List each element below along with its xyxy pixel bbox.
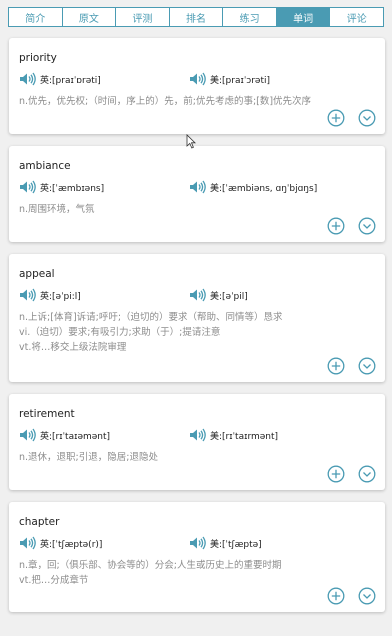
- us-pronunciation[interactable]: 美:[ˈtʃæptə]: [189, 536, 262, 550]
- tab-evaluation[interactable]: 评测: [116, 8, 170, 26]
- definition-list: n.周围环境，气氛: [19, 202, 319, 217]
- chevron-down-circle-icon[interactable]: [358, 465, 376, 483]
- speaker-icon[interactable]: [189, 180, 207, 194]
- speaker-icon[interactable]: [189, 428, 207, 442]
- us-phonetic: 美:[əˈpil]: [210, 291, 248, 302]
- speaker-icon[interactable]: [19, 428, 37, 442]
- us-phonetic: 美:[ˈæmbiəns, ɑŋˈbjɑŋs]: [210, 183, 318, 194]
- us-phonetic: 美:[ˈtʃæptə]: [210, 539, 262, 550]
- word-title: priority: [19, 52, 57, 64]
- us-pronunciation[interactable]: 美:[ˈæmbiəns, ɑŋˈbjɑŋs]: [189, 180, 317, 194]
- uk-phonetic: 英:[əˈpi:l]: [40, 291, 81, 302]
- tab-original[interactable]: 原文: [62, 8, 117, 26]
- uk-phonetic: 英:[ˈtʃæptə(r)]: [40, 539, 103, 550]
- add-circle-icon[interactable]: [327, 217, 345, 235]
- us-pronunciation[interactable]: 美:[rɪˈtaɪrmənt]: [189, 428, 278, 442]
- uk-phonetic: 英:[ˈæmbɪəns]: [40, 183, 105, 194]
- word-title: chapter: [19, 516, 60, 528]
- tab-intro[interactable]: 简介: [9, 8, 63, 26]
- us-pronunciation[interactable]: 美:[əˈpil]: [189, 288, 248, 302]
- uk-pronunciation[interactable]: 英:[əˈpi:l]: [19, 288, 81, 302]
- uk-pronunciation[interactable]: 英:[rɪˈtaɪəmənt]: [19, 428, 110, 442]
- definition-line: n.章，回;（俱乐部、协会等的）分会;人生或历史上的重要时期: [19, 560, 282, 571]
- chevron-down-circle-icon[interactable]: [358, 217, 376, 235]
- word-card-appeal: appeal 英:[əˈpi:l] 美:[əˈpil] n.上诉;[体育]诉请;…: [9, 254, 385, 382]
- word-title: retirement: [19, 408, 75, 420]
- speaker-icon[interactable]: [19, 288, 37, 302]
- add-circle-icon[interactable]: [327, 109, 345, 127]
- uk-pronunciation[interactable]: 英:[praɪˈɒrəti]: [19, 72, 101, 86]
- definition-list: n.上诉;[体育]诉请;呼吁;（迫切的）要求（帮助、同情等）恳求 vi.（迫切）…: [19, 310, 319, 355]
- definition-line: vi.（迫切）要求;有吸引力;求助（于）;提请注意: [19, 327, 221, 338]
- tab-comments[interactable]: 评论: [330, 8, 384, 26]
- speaker-icon[interactable]: [189, 536, 207, 550]
- tab-words[interactable]: 单词: [276, 8, 331, 26]
- definition-line: n.优先，优先权;（时间，序上的）先，前;优先考虑的事;[数]优先次序: [19, 96, 312, 107]
- word-card-retirement: retirement 英:[rɪˈtaɪəmənt] 美:[rɪˈtaɪrmən…: [9, 394, 385, 490]
- word-title: appeal: [19, 268, 55, 280]
- uk-phonetic: 英:[praɪˈɒrəti]: [40, 75, 101, 86]
- add-circle-icon[interactable]: [327, 357, 345, 375]
- definition-line: n.周围环境，气氛: [19, 204, 95, 215]
- add-circle-icon[interactable]: [327, 465, 345, 483]
- definition-line: n.退休，退职;引退，隐居;退隐处: [19, 452, 158, 463]
- tab-bar: 简介 原文 评测 排名 练习 单词 评论: [8, 7, 384, 27]
- add-circle-icon[interactable]: [327, 587, 345, 605]
- speaker-icon[interactable]: [19, 72, 37, 86]
- chevron-down-circle-icon[interactable]: [358, 109, 376, 127]
- speaker-icon[interactable]: [189, 72, 207, 86]
- tab-practice[interactable]: 练习: [223, 8, 277, 26]
- word-title: ambiance: [19, 160, 71, 172]
- uk-pronunciation[interactable]: 英:[ˈtʃæptə(r)]: [19, 536, 102, 550]
- word-card-priority: priority 英:[praɪˈɒrəti] 美:[praɪˈɔrəti] n…: [9, 38, 385, 134]
- definition-list: n.章，回;（俱乐部、协会等的）分会;人生或历史上的重要时期 vt.把…分成章节: [19, 558, 319, 588]
- speaker-icon[interactable]: [19, 536, 37, 550]
- us-phonetic: 美:[praɪˈɔrəti]: [210, 75, 271, 86]
- us-pronunciation[interactable]: 美:[praɪˈɔrəti]: [189, 72, 270, 86]
- chevron-down-circle-icon[interactable]: [358, 587, 376, 605]
- tab-ranking[interactable]: 排名: [169, 8, 224, 26]
- word-card-chapter: chapter 英:[ˈtʃæptə(r)] 美:[ˈtʃæptə] n.章，回…: [9, 502, 385, 612]
- chevron-down-circle-icon[interactable]: [358, 357, 376, 375]
- uk-pronunciation[interactable]: 英:[ˈæmbɪəns]: [19, 180, 104, 194]
- definition-line: n.上诉;[体育]诉请;呼吁;（迫切的）要求（帮助、同情等）恳求: [19, 312, 283, 323]
- speaker-icon[interactable]: [189, 288, 207, 302]
- definition-list: n.退休，退职;引退，隐居;退隐处: [19, 450, 319, 465]
- us-phonetic: 美:[rɪˈtaɪrmənt]: [210, 431, 279, 442]
- definition-line: vt.把…分成章节: [19, 575, 89, 586]
- mouse-cursor-icon: [186, 134, 196, 149]
- word-card-ambiance: ambiance 英:[ˈæmbɪəns] 美:[ˈæmbiəns, ɑŋˈbj…: [9, 146, 385, 242]
- uk-phonetic: 英:[rɪˈtaɪəmənt]: [40, 431, 111, 442]
- definition-line: vt.将…移交上级法院审理: [19, 342, 127, 353]
- speaker-icon[interactable]: [19, 180, 37, 194]
- definition-list: n.优先，优先权;（时间，序上的）先，前;优先考虑的事;[数]优先次序: [19, 94, 319, 109]
